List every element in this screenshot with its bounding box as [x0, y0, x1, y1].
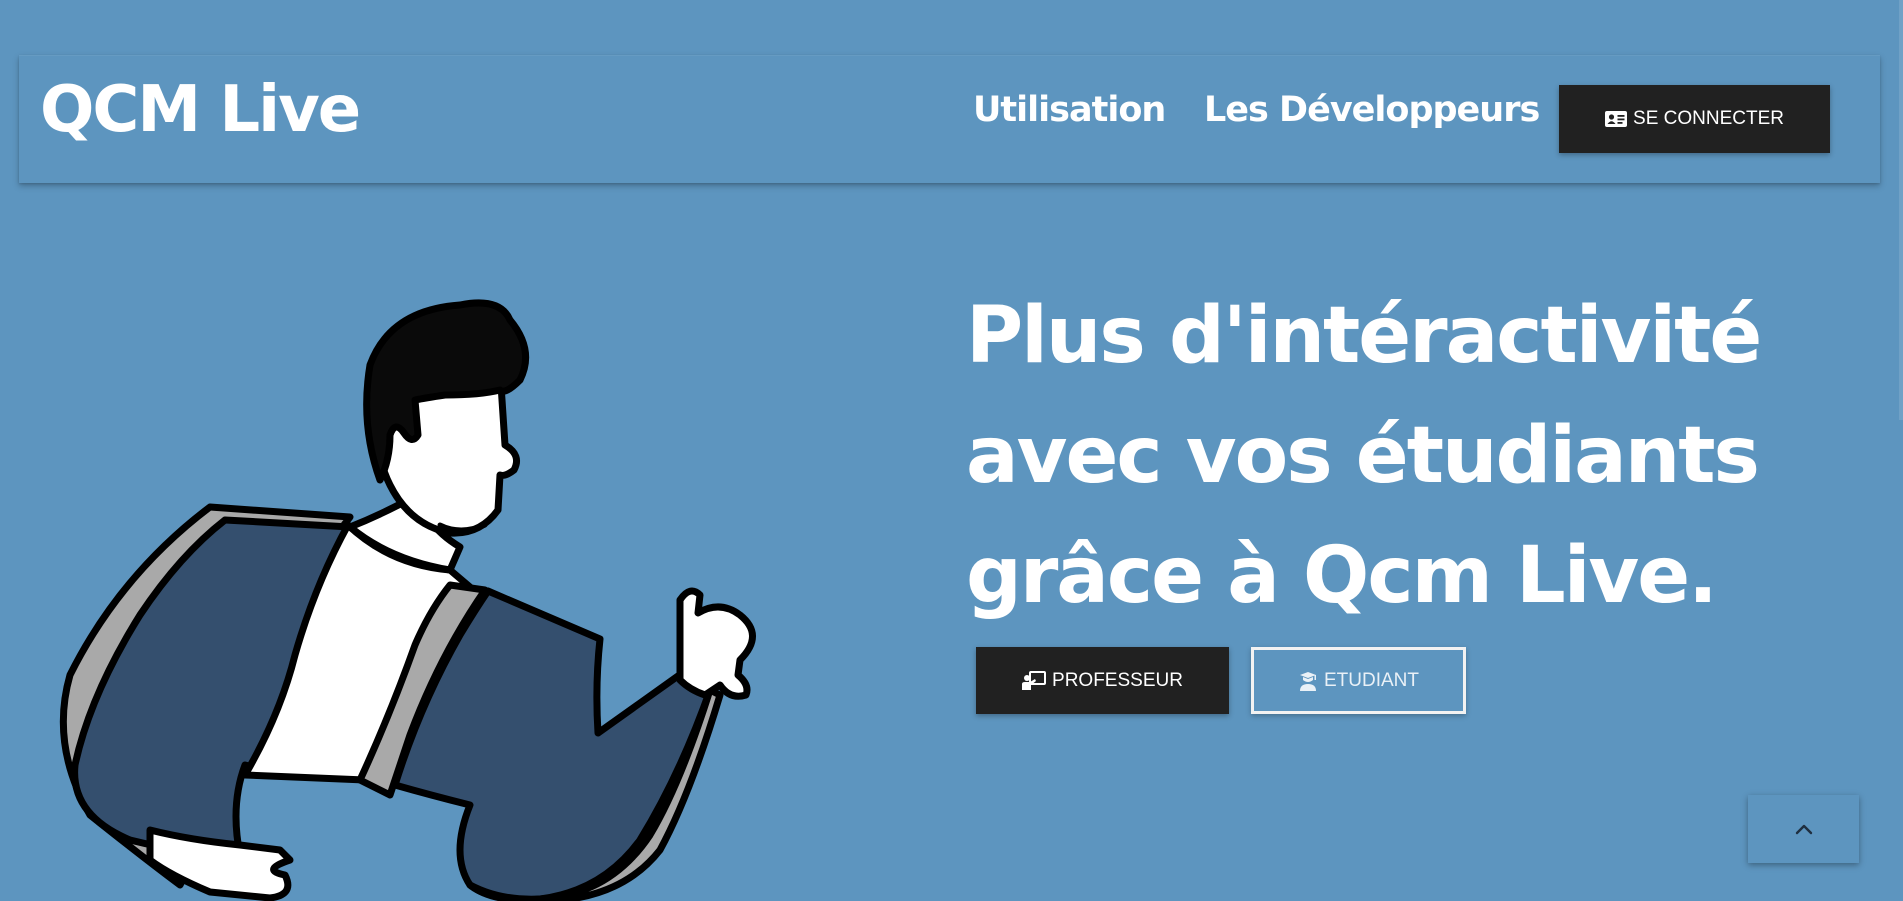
id-card-icon: [1605, 111, 1628, 127]
hero-title: Plus d'intéractivité avec vos étudiants …: [966, 291, 1762, 621]
student-button[interactable]: ETUDIANT: [1251, 647, 1466, 714]
navbar: QCM Live Utilisation Les Développeurs SE…: [19, 55, 1880, 183]
professor-button-label: PROFESSEUR: [1052, 669, 1183, 691]
page-scrollbar[interactable]: [1897, 0, 1903, 901]
chevron-up-icon: [1795, 823, 1813, 835]
chalkboard-teacher-icon: [1022, 670, 1047, 691]
student-button-label: ETUDIANT: [1324, 669, 1419, 691]
login-button[interactable]: SE CONNECTER: [1559, 85, 1830, 153]
page: QCM Live Utilisation Les Développeurs SE…: [0, 0, 1903, 901]
scrollbar-thumb[interactable]: [1899, 0, 1903, 420]
nav-link-utilisation[interactable]: Utilisation: [973, 89, 1166, 131]
graduate-icon: [1298, 671, 1318, 691]
login-button-label: SE CONNECTER: [1633, 108, 1784, 129]
brand-logo[interactable]: QCM Live: [40, 78, 361, 142]
hero-illustration: [30, 295, 790, 901]
scroll-to-top-button[interactable]: [1748, 795, 1859, 863]
nav-link-developpeurs[interactable]: Les Développeurs: [1204, 89, 1540, 131]
professor-button[interactable]: PROFESSEUR: [976, 647, 1229, 714]
